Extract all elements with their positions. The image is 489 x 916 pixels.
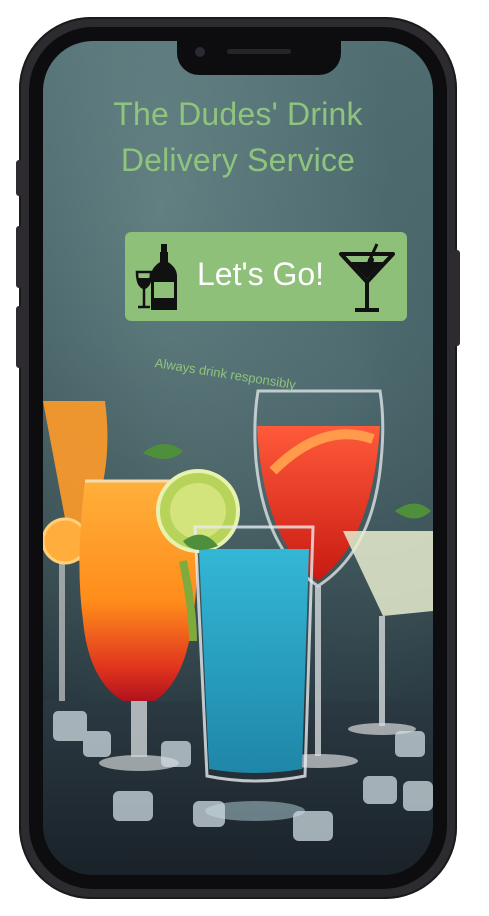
app-screen: The Dudes' Drink Delivery Service Let's …: [43, 41, 433, 875]
phone-notch: [177, 41, 341, 75]
app-title-line-2: Delivery Service: [120, 142, 356, 178]
martini-glass-icon: [339, 243, 395, 312]
lets-go-button[interactable]: Let's Go!: [125, 232, 407, 321]
wine-bottle-and-glass-icon: [135, 244, 177, 310]
lets-go-label: Let's Go!: [197, 256, 325, 292]
phone-volume-up-button: [16, 226, 22, 288]
app-title: The Dudes' Drink Delivery Service: [43, 91, 433, 183]
earpiece-speaker: [227, 49, 291, 54]
phone-mockup-frame: The Dudes' Drink Delivery Service Let's …: [19, 17, 457, 899]
phone-volume-down-button: [16, 306, 22, 368]
app-title-line-1: The Dudes' Drink: [113, 96, 363, 132]
phone-power-button: [454, 250, 460, 346]
phone-silent-switch: [16, 160, 22, 196]
front-camera: [195, 47, 205, 57]
